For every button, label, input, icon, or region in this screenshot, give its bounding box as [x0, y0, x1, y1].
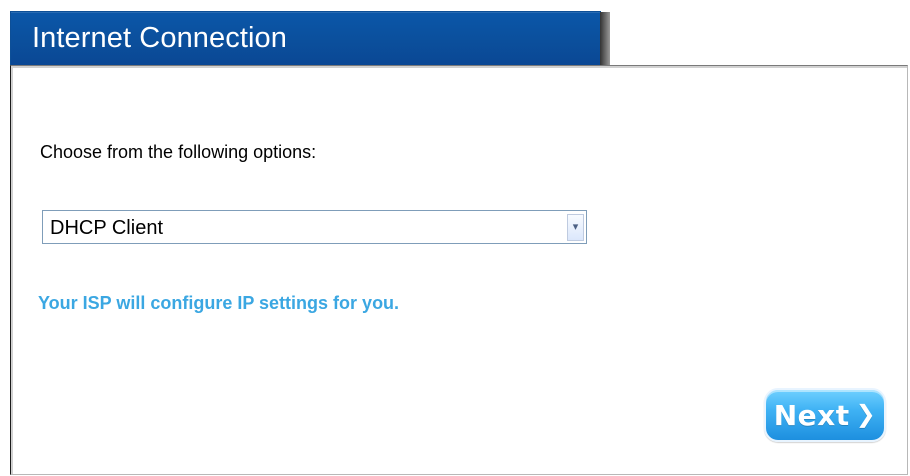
header-tab-shadow [600, 12, 610, 66]
next-button-label: Next [773, 398, 850, 432]
connection-type-value: DHCP Client [50, 217, 163, 239]
instruction-text: Choose from the following options: [40, 142, 317, 162]
connection-type-select[interactable]: DHCP Client ▾ [42, 210, 587, 244]
chevron-right-icon: ❯ [855, 400, 877, 428]
next-button[interactable]: Next ❯ [764, 388, 886, 442]
page-title: Internet Connection [32, 22, 288, 54]
content-panel: Choose from the following options: DHCP … [10, 65, 908, 475]
chevron-down-icon[interactable]: ▾ [567, 214, 584, 241]
connection-description: Your ISP will configure IP settings for … [38, 293, 400, 313]
internet-connection-page: Internet Connection Choose from the foll… [0, 0, 910, 476]
